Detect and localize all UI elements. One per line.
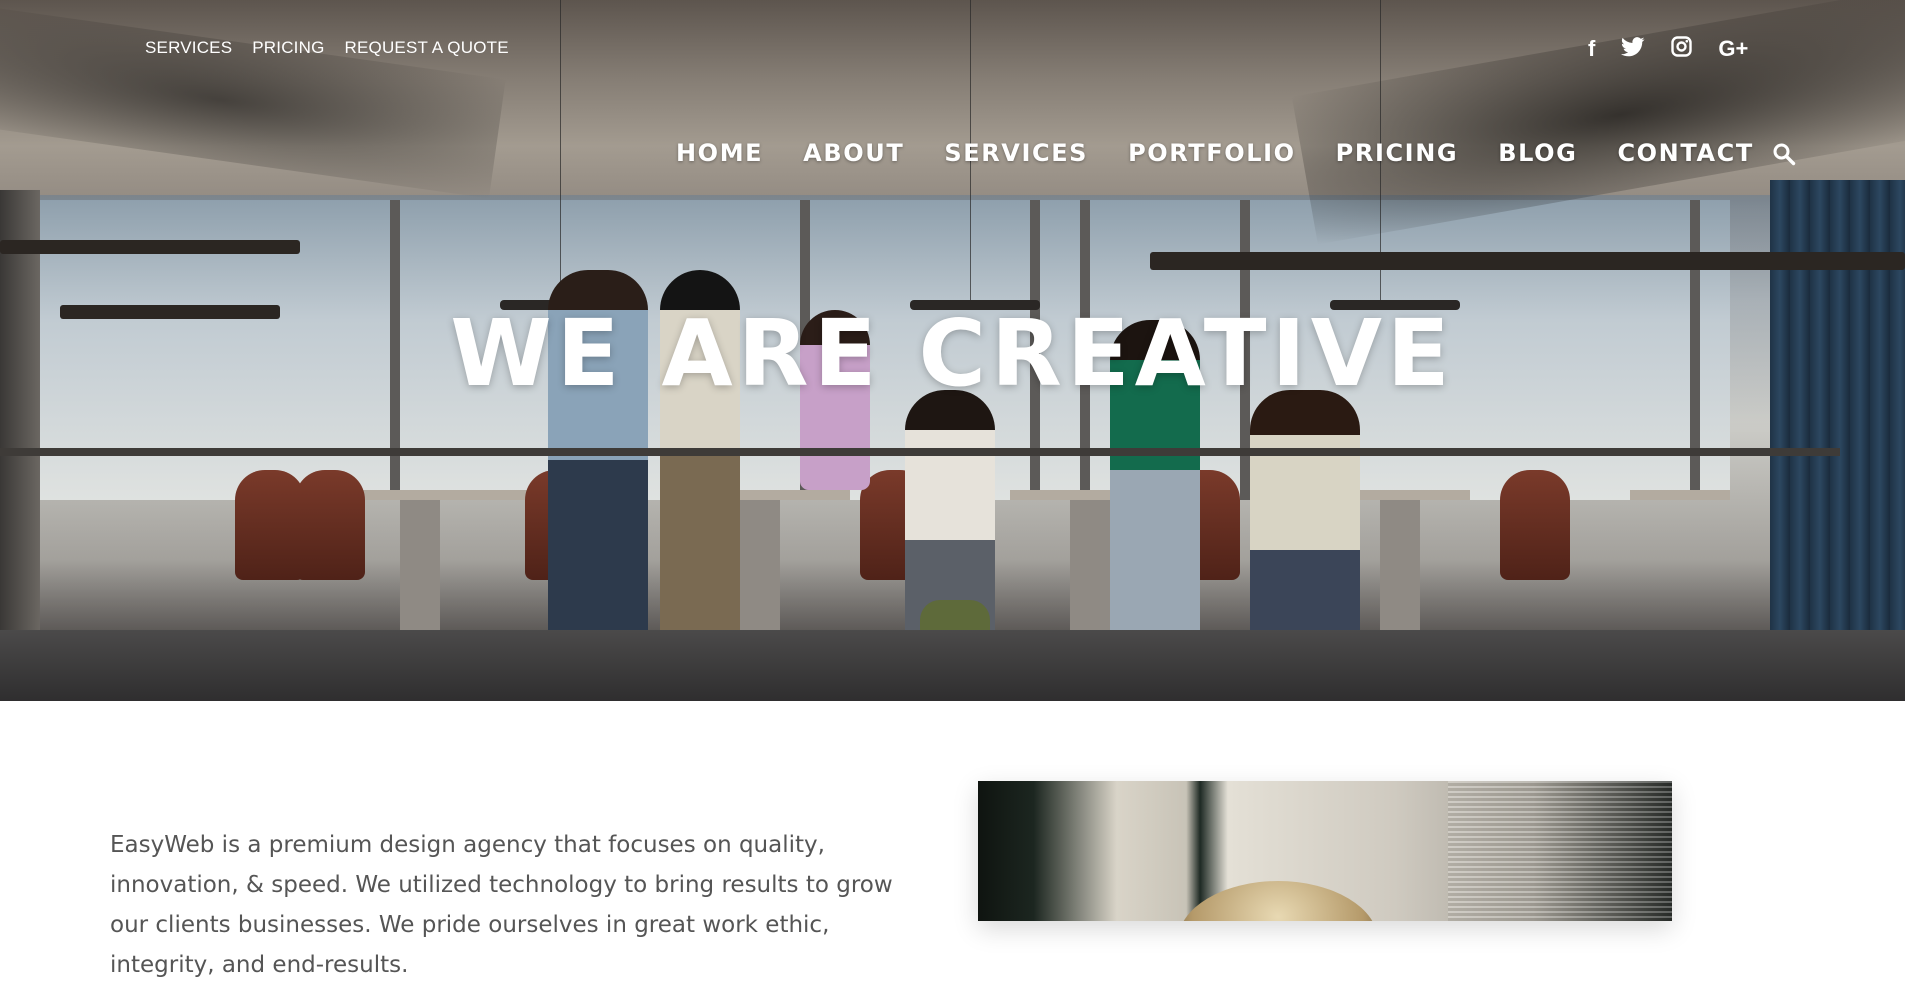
window-blind: [1448, 781, 1672, 921]
nav-item-contact[interactable]: CONTACT: [1617, 139, 1753, 167]
lamp-wire: [560, 0, 561, 300]
search-glyph: [1773, 143, 1796, 166]
social-links: f G+: [1588, 36, 1748, 62]
wall: [0, 190, 40, 640]
chair: [295, 470, 365, 580]
topbar-link-pricing[interactable]: PRICING: [252, 38, 324, 58]
twitter-bird-glyph: [1621, 36, 1645, 56]
floor: [0, 630, 1905, 701]
google-plus-icon[interactable]: G+: [1718, 37, 1748, 61]
person: [1250, 390, 1360, 660]
instagram-icon[interactable]: [1671, 36, 1693, 62]
nav-item-pricing[interactable]: PRICING: [1336, 139, 1459, 167]
main-navigation: HOME ABOUT SERVICES PORTFOLIO PRICING BL…: [676, 139, 1794, 167]
chair: [1500, 470, 1570, 580]
facebook-icon[interactable]: f: [1588, 37, 1595, 61]
railing: [0, 448, 1840, 456]
intro-photo: [978, 781, 1672, 921]
nav-item-about[interactable]: ABOUT: [803, 139, 904, 167]
person-head: [1178, 881, 1378, 921]
topbar-link-services[interactable]: SERVICES: [145, 38, 232, 58]
desk: [1630, 490, 1730, 500]
nav-item-portfolio[interactable]: PORTFOLIO: [1128, 139, 1296, 167]
nav-item-blog[interactable]: BLOG: [1498, 139, 1577, 167]
hero-title: WE ARE CREATIVE: [450, 300, 1455, 407]
nav-item-home[interactable]: HOME: [676, 139, 763, 167]
beam: [1150, 252, 1905, 270]
instagram-glyph: [1671, 36, 1693, 57]
beam: [0, 240, 300, 254]
intro-paragraph: EasyWeb is a premium design agency that …: [110, 832, 893, 978]
topbar-link-request-quote[interactable]: REQUEST A QUOTE: [345, 38, 509, 58]
top-bar-links: SERVICES PRICING REQUEST A QUOTE: [145, 38, 509, 58]
search-icon[interactable]: [1772, 142, 1798, 168]
twitter-icon[interactable]: [1621, 36, 1645, 62]
nav-item-services[interactable]: SERVICES: [944, 139, 1088, 167]
